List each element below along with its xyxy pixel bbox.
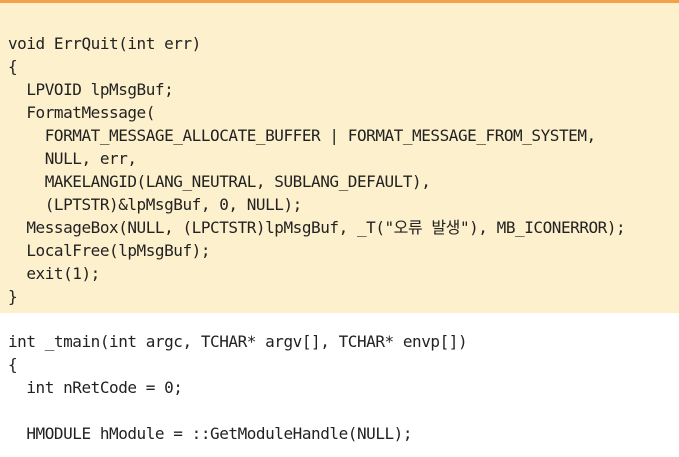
- code-line: LPVOID lpMsgBuf;: [8, 80, 174, 99]
- code-line: int nRetCode = 0;: [8, 378, 183, 397]
- code-line: (LPTSTR)&lpMsgBuf, 0, NULL);: [8, 195, 303, 214]
- code-line: FORMAT_MESSAGE_ALLOCATE_BUFFER | FORMAT_…: [8, 126, 596, 145]
- code-line: }: [8, 287, 18, 306]
- code-page: void ErrQuit(int err){ LPVOID lpMsgBuf; …: [0, 0, 679, 457]
- code-line: LocalFree(lpMsgBuf);: [8, 241, 211, 260]
- code-line: int _tmain(int argc, TCHAR* argv[], TCHA…: [8, 332, 468, 351]
- tmain-function-code: int _tmain(int argc, TCHAR* argv[], TCHA…: [8, 330, 468, 445]
- code-line: MAKELANGID(LANG_NEUTRAL, SUBLANG_DEFAULT…: [8, 172, 431, 191]
- errquit-function-code: void ErrQuit(int err){ LPVOID lpMsgBuf; …: [8, 32, 626, 308]
- code-line: NULL, err,: [8, 149, 137, 168]
- code-line: FormatMessage(: [8, 103, 155, 122]
- code-line: exit(1);: [8, 264, 100, 283]
- code-line: MessageBox(NULL, (LPCTSTR)lpMsgBuf, _T("…: [8, 218, 626, 237]
- code-line: void ErrQuit(int err): [8, 34, 201, 53]
- code-line: {: [8, 57, 18, 76]
- code-line: HMODULE hModule = ::GetModuleHandle(NULL…: [8, 424, 413, 443]
- code-line: {: [8, 355, 18, 374]
